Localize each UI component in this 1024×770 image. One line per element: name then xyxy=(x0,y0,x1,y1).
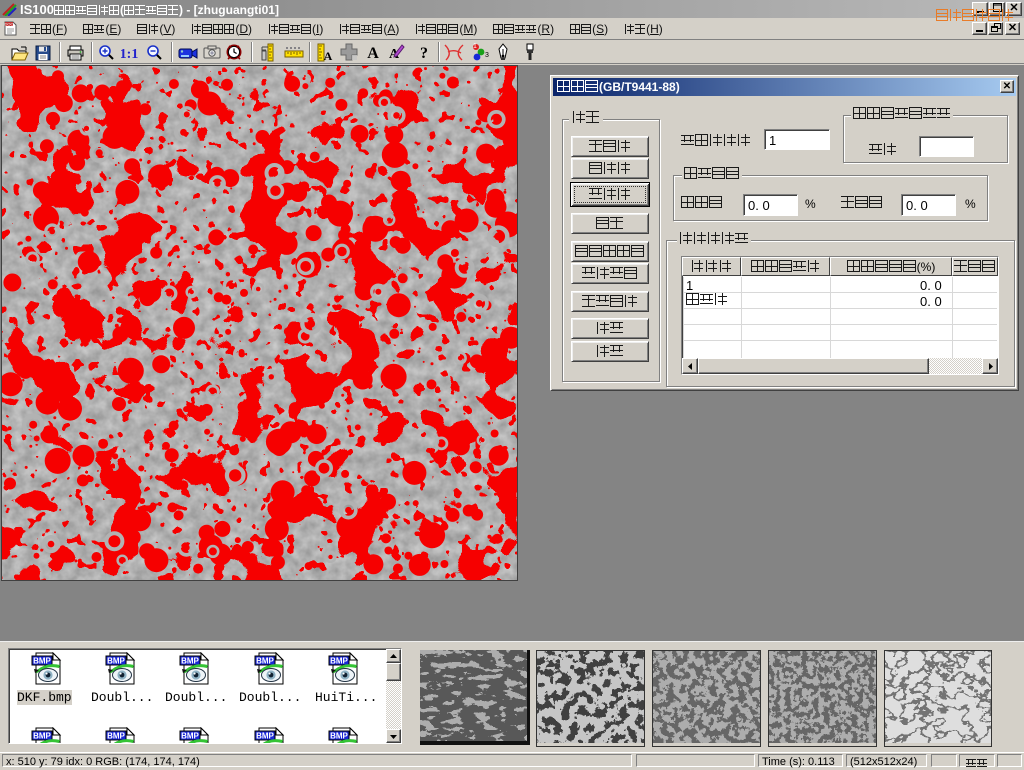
svg-text:DOC: DOC xyxy=(5,22,14,27)
svg-text:?: ? xyxy=(420,45,428,60)
svg-text:1: 1 xyxy=(473,43,477,50)
svg-text:3: 3 xyxy=(485,52,489,59)
svg-text:1:1: 1:1 xyxy=(121,47,138,60)
svg-text:A: A xyxy=(324,49,333,62)
svg-text:A: A xyxy=(367,45,379,60)
